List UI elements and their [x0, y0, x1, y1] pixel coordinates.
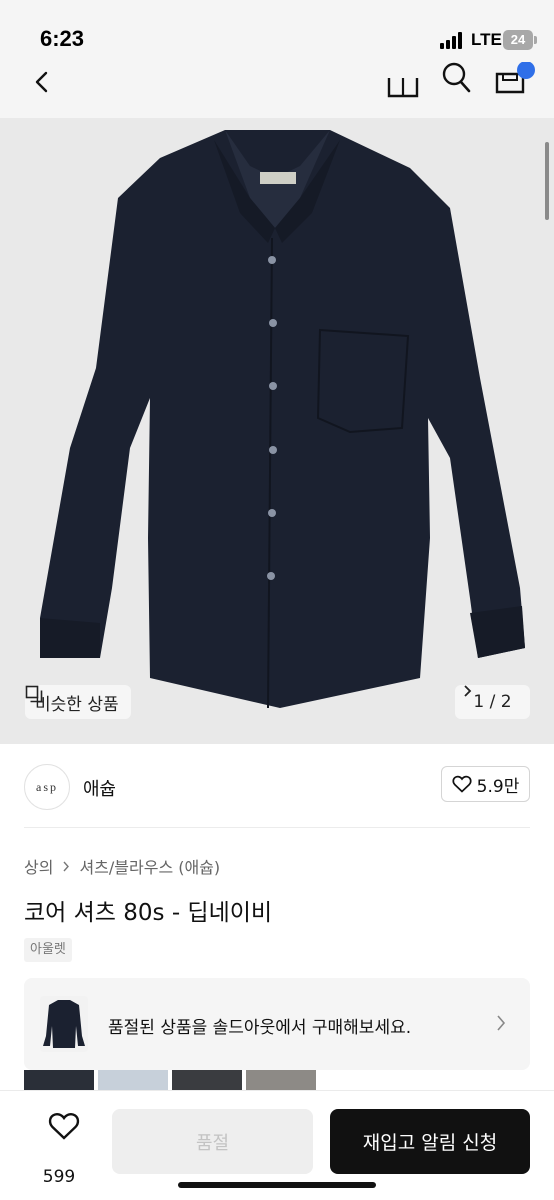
breadcrumb-item-category[interactable]: 상의 — [24, 854, 53, 878]
search-icon[interactable] — [440, 62, 474, 96]
shop-row[interactable]: asp 애슙 5.9만 — [0, 744, 554, 828]
status-bar: 6:23 LTE 24 — [0, 0, 554, 62]
breadcrumb: 상의 셔츠/블라우스 (애슙) — [24, 854, 220, 878]
image-pager[interactable]: 1 / 2 — [455, 685, 530, 719]
shop-name[interactable]: 애슙 — [83, 775, 116, 801]
heart-icon — [452, 775, 472, 793]
chevron-right-icon — [464, 685, 472, 697]
battery-icon: 24 — [503, 30, 533, 50]
similar-label: 비슷한 상품 — [35, 694, 119, 715]
favorite-count: 599 — [42, 1167, 76, 1187]
battery-tip — [534, 36, 537, 44]
home-indicator — [178, 1182, 376, 1188]
soldout-notice-banner[interactable]: 품절된 상품을 솔드아웃에서 구매해보세요. — [24, 978, 530, 1070]
pager-label: 1 / 2 — [473, 692, 512, 712]
shirt-illustration — [40, 130, 525, 709]
restock-alert-button[interactable]: 재입고 알림 신청 — [330, 1109, 530, 1174]
chevron-right-icon — [497, 1015, 506, 1031]
similar-icon — [25, 685, 43, 703]
shop-logo[interactable]: asp — [24, 764, 70, 810]
back-icon[interactable] — [30, 68, 54, 98]
scroll-indicator — [545, 142, 549, 220]
book-icon[interactable] — [386, 68, 420, 100]
heart-icon — [48, 1113, 79, 1140]
nav-bar — [0, 61, 554, 118]
soldout-button: 품절 — [112, 1109, 313, 1174]
related-thumb[interactable] — [24, 1070, 94, 1092]
product-image[interactable]: 비슷한 상품 1 / 2 — [0, 118, 554, 744]
notice-text: 품절된 상품을 솔드아웃에서 구매해보세요. — [108, 1018, 412, 1038]
network-type: LTE — [471, 30, 502, 49]
shop-like-count: 5.9만 — [476, 776, 520, 797]
signal-icon — [440, 31, 466, 49]
shop-like-button[interactable]: 5.9만 — [441, 766, 530, 802]
breadcrumb-item-subcategory[interactable]: 셔츠/블라우스 (애슙) — [79, 854, 220, 878]
related-thumb[interactable] — [246, 1070, 316, 1092]
related-thumb[interactable] — [172, 1070, 242, 1092]
product-title: 코어 셔츠 80s - 딥네이비 — [24, 900, 273, 926]
status-time: 6:23 — [40, 26, 85, 51]
related-thumb[interactable] — [98, 1070, 168, 1092]
cart-icon[interactable] — [492, 61, 536, 98]
similar-products-button[interactable]: 비슷한 상품 — [25, 685, 131, 719]
outlet-badge: 아울렛 — [24, 938, 72, 962]
divider — [24, 827, 530, 828]
chevron-right-icon — [63, 861, 70, 871]
favorite-button[interactable]: 599 — [34, 1111, 84, 1187]
notice-thumbnail — [40, 996, 88, 1052]
